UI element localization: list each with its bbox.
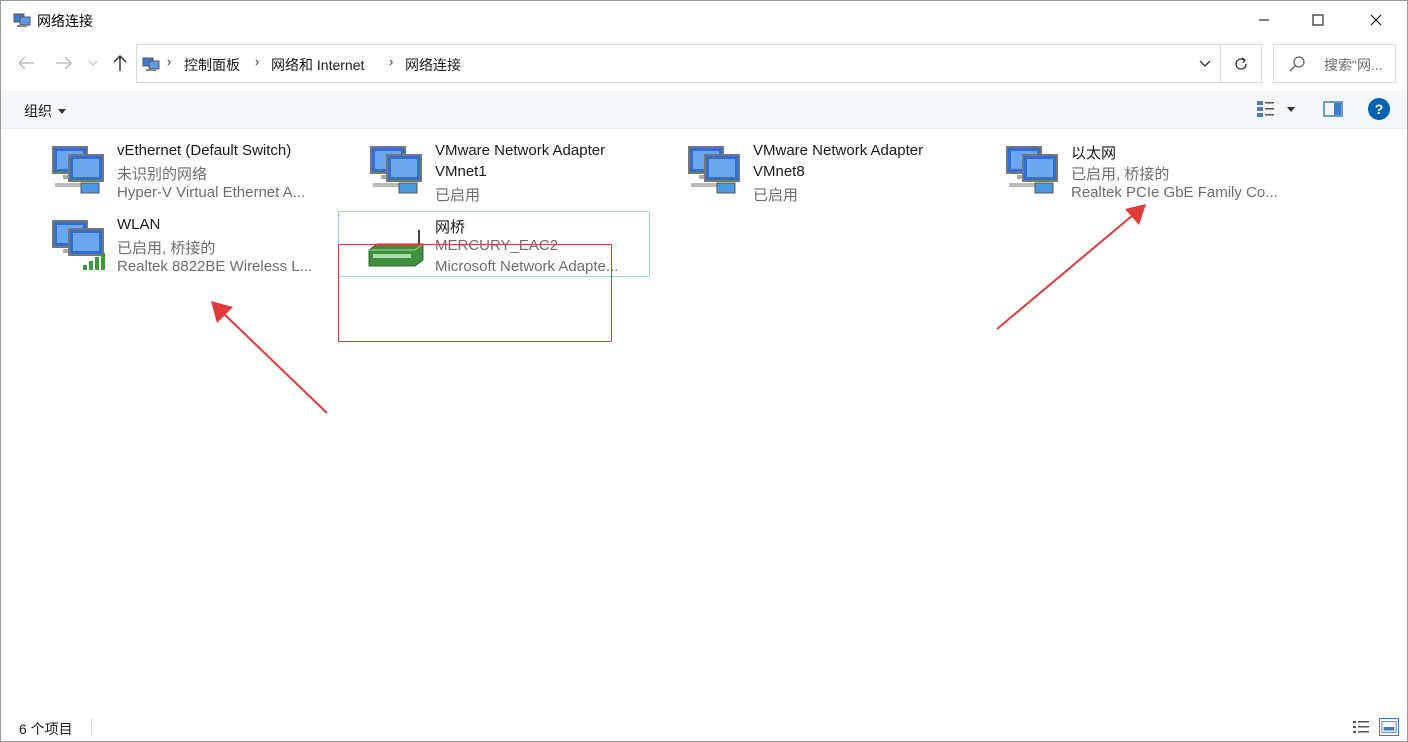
chevron-right-icon: › xyxy=(255,54,260,69)
close-icon xyxy=(1370,14,1382,26)
preview-pane-icon[interactable] xyxy=(1322,99,1344,119)
arrow-right-icon xyxy=(56,56,73,70)
network-connections-icon xyxy=(13,13,31,27)
organize-button[interactable]: 组织 xyxy=(24,101,66,121)
connection-device: Realtek PCIe GbE Family Co... xyxy=(1071,184,1278,201)
address-dropdown-button[interactable] xyxy=(1195,54,1215,74)
explorer-window: 网络连接 › 控制面板 › 网络和 Internet › 网络连接 搜索"网..… xyxy=(0,0,1408,742)
connection-network: MERCURY_EAC2 xyxy=(435,237,559,254)
forward-button[interactable] xyxy=(52,51,76,75)
network-bridge-icon xyxy=(368,230,424,267)
connection-status: 已启用, 桥接的 xyxy=(1071,166,1170,183)
maximize-icon xyxy=(1312,14,1324,26)
breadcrumb-network-connections[interactable]: 网络连接 xyxy=(405,55,461,75)
arrow-up-icon xyxy=(113,54,127,71)
connection-name: vEthernet (Default Switch) xyxy=(117,142,292,159)
minimize-icon xyxy=(1259,19,1269,21)
connection-device: Realtek 8822BE Wireless L... xyxy=(117,258,313,275)
connection-name: VMware Network Adapter xyxy=(435,142,606,159)
wireless-adapter-icon xyxy=(52,220,105,270)
close-button[interactable] xyxy=(1353,1,1399,39)
details-view-icon[interactable] xyxy=(1352,719,1370,735)
command-bar: 组织 xyxy=(1,91,1407,129)
chevron-down-icon xyxy=(88,60,98,66)
connection-item-ethernet[interactable]: 以太网 已启用, 桥接的 Realtek PCIe GbE Family Co.… xyxy=(993,137,1305,203)
help-icon: ? xyxy=(1374,101,1384,117)
network-adapter-icon xyxy=(370,146,422,194)
breadcrumb-control-panel[interactable]: 控制面板 xyxy=(184,55,240,75)
search-input[interactable]: 搜索"网... xyxy=(1273,44,1396,83)
connection-status: 已启用 xyxy=(753,187,799,204)
back-button[interactable] xyxy=(14,51,38,75)
caret-down-icon xyxy=(58,108,66,114)
chevron-right-icon: › xyxy=(167,54,172,69)
address-bar[interactable]: › 控制面板 › 网络和 Internet › 网络连接 xyxy=(136,44,1221,83)
network-adapter-icon xyxy=(688,146,740,194)
help-button[interactable]: ? xyxy=(1368,98,1390,120)
connection-item-vethernet[interactable]: vEthernet (Default Switch) 未识别的网络 Hyper-… xyxy=(39,137,351,203)
chevron-right-icon: › xyxy=(389,54,394,69)
connection-name: 以太网 xyxy=(1071,145,1117,162)
caret-down-icon xyxy=(1287,106,1295,112)
connection-status: 已启用 xyxy=(435,187,481,204)
organize-label: 组织 xyxy=(24,103,52,119)
arrow-left-icon xyxy=(17,56,34,70)
connection-item-vmnet1[interactable]: VMware Network Adapter VMnet1 已启用 xyxy=(357,137,669,204)
connection-name: VMware Network Adapter xyxy=(753,142,924,159)
title-bar: 网络连接 xyxy=(1,1,1407,39)
status-bar: 6 个项目 xyxy=(1,713,1407,741)
up-button[interactable] xyxy=(108,51,132,75)
connection-name: 网桥 xyxy=(435,219,466,236)
connection-status: 已启用, 桥接的 xyxy=(117,240,216,257)
divider xyxy=(91,719,92,735)
search-icon xyxy=(1289,56,1305,72)
network-connections-icon xyxy=(142,57,160,71)
connection-name-line2: VMnet1 xyxy=(435,163,487,180)
refresh-button[interactable] xyxy=(1221,44,1262,83)
view-dropdown-button[interactable] xyxy=(1284,101,1298,117)
connection-device: Microsoft Network Adapte... xyxy=(435,258,619,275)
window-title: 网络连接 xyxy=(37,13,93,29)
connection-item-bridge[interactable]: 网桥 MERCURY_EAC2 Microsoft Network Adapte… xyxy=(338,211,650,277)
view-options-icon[interactable] xyxy=(1255,99,1277,119)
minimize-button[interactable] xyxy=(1241,1,1287,39)
refresh-icon xyxy=(1235,56,1247,70)
network-adapter-icon xyxy=(52,146,104,194)
chevron-down-icon xyxy=(1199,60,1211,67)
connection-item-vmnet8[interactable]: VMware Network Adapter VMnet8 已启用 xyxy=(675,137,987,204)
connection-name-line2: VMnet8 xyxy=(753,163,805,180)
recent-locations-button[interactable] xyxy=(83,51,103,75)
breadcrumb-network-internet[interactable]: 网络和 Internet xyxy=(271,55,364,75)
item-count: 6 个项目 xyxy=(19,721,73,737)
connection-item-wlan[interactable]: WLAN 已启用, 桥接的 Realtek 8822BE Wireless L.… xyxy=(39,211,351,277)
connection-status: 未识别的网络 xyxy=(117,166,208,183)
network-adapter-icon xyxy=(1006,146,1058,194)
connection-device: Hyper-V Virtual Ethernet A... xyxy=(117,184,306,201)
search-placeholder: 搜索"网... xyxy=(1324,57,1383,73)
maximize-button[interactable] xyxy=(1295,1,1341,39)
connection-name: WLAN xyxy=(117,216,161,233)
large-icons-view-icon[interactable] xyxy=(1379,718,1399,736)
